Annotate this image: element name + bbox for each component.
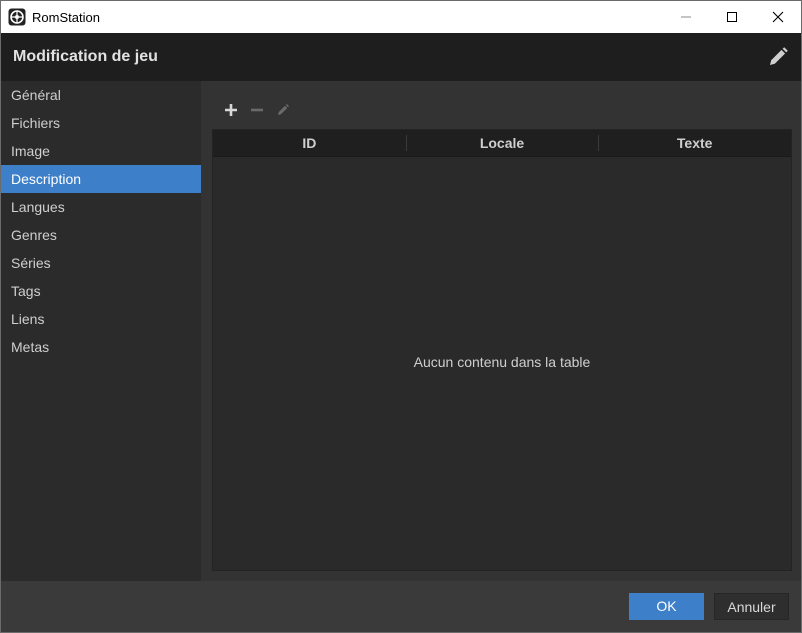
- sidebar: Général Fichiers Image Description Langu…: [1, 81, 201, 581]
- sidebar-item-tags[interactable]: Tags: [1, 277, 201, 305]
- title-bar[interactable]: RomStation: [1, 1, 801, 33]
- ok-button[interactable]: OK: [629, 593, 704, 620]
- data-table: ID Locale Texte Aucun contenu dans la ta…: [212, 129, 792, 571]
- column-header-texte[interactable]: Texte: [598, 130, 791, 156]
- table-toolbar: [219, 99, 297, 121]
- app-window: RomStation Modification de jeu Général F…: [0, 0, 802, 633]
- sidebar-item-image[interactable]: Image: [1, 137, 201, 165]
- minus-icon: [251, 108, 263, 112]
- content-panel: ID Locale Texte Aucun contenu dans la ta…: [201, 81, 801, 581]
- sidebar-item-metas[interactable]: Metas: [1, 333, 201, 361]
- sidebar-item-liens[interactable]: Liens: [1, 305, 201, 333]
- table-header: ID Locale Texte: [213, 130, 791, 157]
- sidebar-item-fichiers[interactable]: Fichiers: [1, 109, 201, 137]
- cancel-button[interactable]: Annuler: [714, 593, 789, 620]
- app-icon: [8, 8, 26, 26]
- dialog-footer: OK Annuler: [1, 581, 801, 632]
- sidebar-item-langues[interactable]: Langues: [1, 193, 201, 221]
- pencil-icon: [278, 104, 289, 115]
- maximize-icon: [727, 12, 737, 22]
- sidebar-item-series[interactable]: Séries: [1, 249, 201, 277]
- empty-table-message: Aucun contenu dans la table: [413, 354, 591, 370]
- pencil-icon[interactable]: [767, 46, 789, 68]
- remove-button[interactable]: [245, 99, 269, 121]
- sidebar-item-genres[interactable]: Genres: [1, 221, 201, 249]
- minimize-icon: [681, 16, 691, 18]
- dialog-header: Modification de jeu: [1, 33, 801, 81]
- minimize-button[interactable]: [663, 1, 709, 33]
- maximize-button[interactable]: [709, 1, 755, 33]
- edit-button[interactable]: [271, 99, 295, 121]
- plus-icon: [225, 104, 237, 116]
- window-controls: [663, 1, 801, 33]
- sidebar-item-general[interactable]: Général: [1, 81, 201, 109]
- sidebar-item-description[interactable]: Description: [1, 165, 201, 193]
- page-title: Modification de jeu: [13, 48, 158, 65]
- window-title: RomStation: [32, 9, 100, 25]
- column-header-id[interactable]: ID: [213, 130, 406, 156]
- column-header-locale[interactable]: Locale: [405, 130, 599, 156]
- close-icon: [772, 11, 784, 23]
- add-button[interactable]: [219, 99, 243, 121]
- close-button[interactable]: [755, 1, 801, 33]
